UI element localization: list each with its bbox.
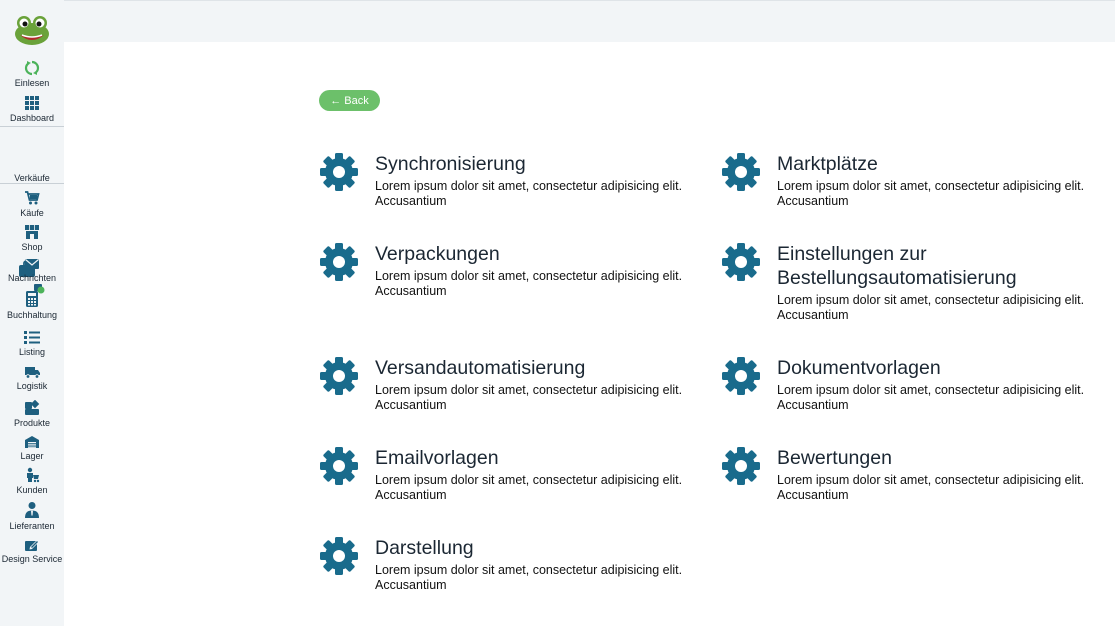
sidebar-item-buchhaltung[interactable]: Buchhaltung	[0, 290, 64, 321]
sidebar-item-label: Kunden	[16, 485, 48, 495]
store-icon	[25, 225, 39, 239]
user-tie-icon	[25, 502, 39, 518]
settings-card-title: Marktplätze	[777, 153, 878, 175]
gear-icon	[320, 153, 358, 191]
gear-icon	[320, 447, 358, 485]
settings-card-title: Darstellung	[375, 537, 474, 559]
gear-icon	[320, 243, 358, 281]
sidebar-item-lieferanten[interactable]: Lieferanten	[0, 501, 64, 532]
sidebar-item-lager[interactable]: Lager	[0, 435, 64, 462]
settings-card-description: Lorem ipsum dolor sit amet, consectetur …	[777, 383, 1085, 412]
gear-icon	[722, 153, 760, 191]
sidebar-item-label: Listing	[18, 347, 45, 357]
sidebar-item-kaufe[interactable]: Käufe	[0, 190, 64, 219]
gear-icon	[320, 357, 358, 395]
settings-card-description: Lorem ipsum dolor sit amet, consectetur …	[777, 293, 1085, 322]
sidebar-item-label: Buchhaltung	[6, 310, 58, 320]
gear-icon	[320, 537, 358, 575]
sidebar-item-listing[interactable]: Listing	[0, 330, 64, 358]
sidebar-item-label: Logistik	[16, 381, 48, 391]
calculator-icon	[26, 291, 38, 307]
sidebar-item-label: Einlesen	[14, 78, 50, 88]
sidebar-item-einlesen[interactable]: Einlesen	[0, 60, 64, 89]
sidebar-divider	[0, 183, 64, 184]
settings-card-title: Verpackungen	[375, 243, 500, 265]
gear-icon	[722, 447, 760, 485]
settings-card-title: Emailvorlagen	[375, 447, 499, 469]
sidebar-item-nachrichten[interactable]: Nachrichten	[0, 257, 64, 284]
pen-square-icon	[25, 540, 39, 551]
sidebar-item-label: Dashboard	[9, 113, 55, 123]
sidebar-item-dashboard[interactable]: Dashboard	[0, 95, 64, 124]
envelope-icon	[25, 259, 39, 269]
sidebar-item-design-service[interactable]: Design Service	[0, 538, 64, 565]
settings-card-description: Lorem ipsum dolor sit amet, consectetur …	[777, 473, 1085, 502]
frog-logo-icon[interactable]	[14, 14, 50, 46]
sidebar-item-label: Lager	[20, 451, 44, 461]
top-bar	[64, 0, 1115, 42]
sidebar-item-label: Nachrichten	[7, 273, 57, 283]
sidebar-item-label: Käufe	[20, 208, 44, 218]
shapes-icon	[25, 400, 40, 415]
app: Einlesen Dashboard Verkäufe Käufe Shop N…	[0, 0, 1115, 626]
sidebar-item-shop[interactable]: Shop	[0, 224, 64, 253]
gear-icon	[722, 243, 760, 281]
sidebar-item-produkte[interactable]: Produkte	[0, 400, 64, 429]
sidebar-item-verkaufe[interactable]: Verkäufe	[0, 129, 64, 294]
settings-card-title: Versandautomatisierung	[375, 357, 586, 379]
cart-icon	[25, 191, 40, 205]
sidebar-item-logistik[interactable]: Logistik	[0, 365, 64, 392]
settings-card-title: Einstellungen zur Bestellungsautomatisie…	[777, 243, 1017, 289]
customer-icon	[27, 467, 40, 483]
grid-icon	[25, 96, 39, 110]
settings-card-title: Dokumentvorlagen	[777, 357, 941, 379]
settings-card-title: Bewertungen	[777, 447, 892, 469]
sidebar-item-kunden[interactable]: Kunden	[0, 467, 64, 496]
settings-card-title: Synchronisierung	[375, 153, 526, 175]
sidebar-item-label: Design Service	[1, 554, 63, 564]
sidebar: Einlesen Dashboard Verkäufe Käufe Shop N…	[0, 0, 64, 626]
sidebar-item-label: Lieferanten	[9, 521, 55, 531]
back-button[interactable]: ← Back	[319, 90, 380, 111]
settings-card-description: Lorem ipsum dolor sit amet, consectetur …	[375, 473, 683, 502]
list-icon	[24, 331, 40, 344]
sidebar-item-label: Produkte	[13, 418, 51, 428]
settings-card-description: Lorem ipsum dolor sit amet, consectetur …	[777, 179, 1085, 208]
gear-icon	[722, 357, 760, 395]
warehouse-icon	[25, 436, 39, 448]
truck-icon	[24, 367, 40, 379]
sidebar-divider	[0, 126, 64, 127]
refresh-icon	[24, 60, 40, 76]
settings-card-description: Lorem ipsum dolor sit amet, consectetur …	[375, 179, 683, 208]
sidebar-item-label: Shop	[21, 242, 43, 252]
settings-card-description: Lorem ipsum dolor sit amet, consectetur …	[375, 383, 683, 412]
settings-card-description: Lorem ipsum dolor sit amet, consectetur …	[375, 563, 683, 592]
settings-card-description: Lorem ipsum dolor sit amet, consectetur …	[375, 269, 683, 298]
